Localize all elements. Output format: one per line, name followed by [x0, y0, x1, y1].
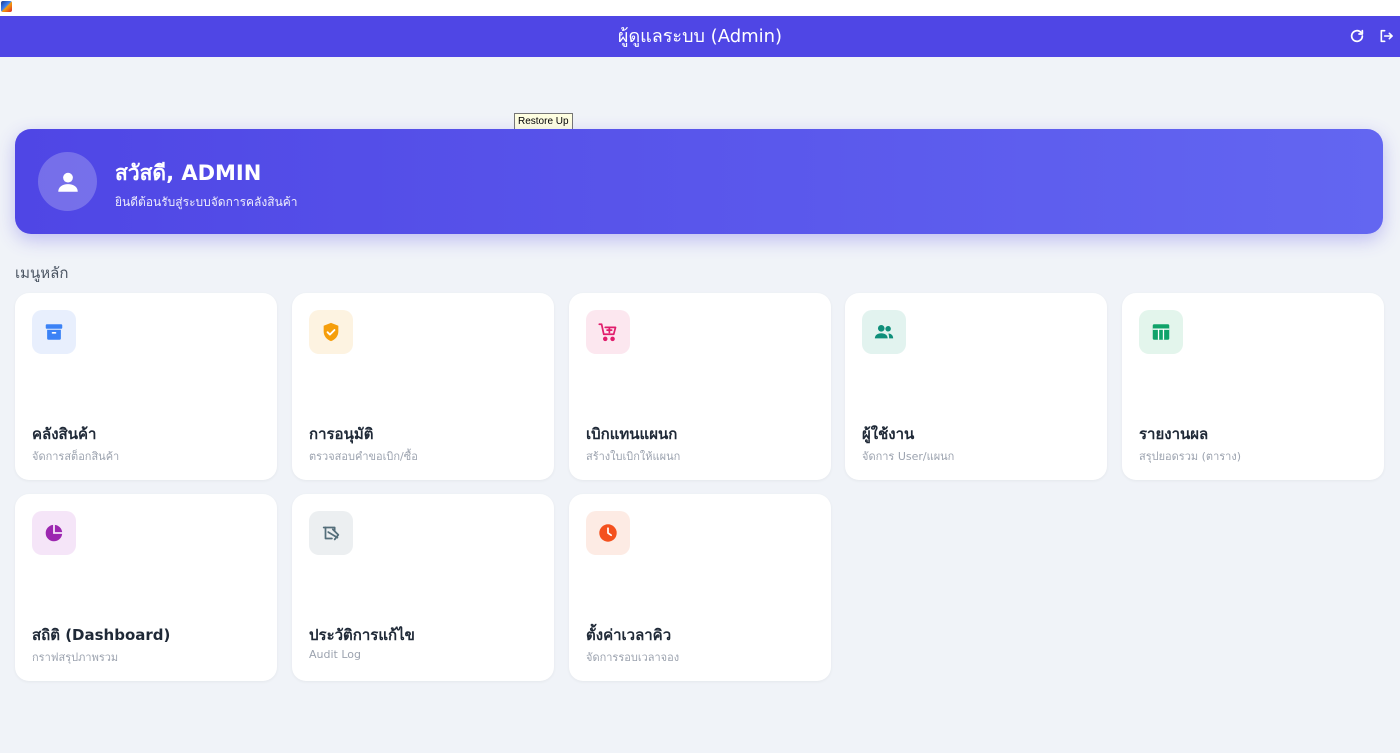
menu-card-users[interactable]: ผู้ใช้งาน จัดการ User/แผนก — [845, 293, 1107, 480]
user-icon — [57, 172, 78, 192]
card-icon-bg — [309, 310, 353, 354]
card-icon-bg — [309, 511, 353, 555]
greeting: สวัสดี, ADMIN — [115, 161, 262, 185]
card-subtitle: กราฟสรุปภาพรวม — [32, 651, 119, 664]
welcome-banner: สวัสดี, ADMIN ยินดีต้อนรับสู่ระบบจัดการค… — [15, 129, 1383, 234]
card-subtitle: Audit Log — [309, 648, 361, 661]
clock-icon — [599, 524, 617, 542]
app-header: ผู้ดูแลระบบ (Admin) — [0, 16, 1400, 57]
tooltip: Restore Up — [514, 113, 573, 130]
refresh-button[interactable] — [1347, 26, 1367, 46]
card-icon-bg — [1139, 310, 1183, 354]
menu-card-audit-log[interactable]: ประวัติการแก้ไข Audit Log — [292, 494, 554, 681]
card-icon-bg — [32, 511, 76, 555]
table-icon — [1152, 324, 1170, 340]
app-icon — [1, 1, 12, 12]
card-icon-bg — [862, 310, 906, 354]
history-edit-icon — [322, 526, 340, 541]
section-title: เมนูหลัก — [15, 264, 69, 282]
card-title: ประวัติการแก้ไข — [309, 626, 415, 644]
menu-card-reports[interactable]: รายงานผล สรุปยอดรวม (ตาราง) — [1122, 293, 1384, 480]
greeting-subtitle: ยินดีต้อนรับสู่ระบบจัดการคลังสินค้า — [115, 195, 298, 209]
menu-card-inventory[interactable]: คลังสินค้า จัดการสต็อกสินค้า — [15, 293, 277, 480]
card-subtitle: สร้างใบเบิกให้แผนก — [586, 450, 681, 463]
card-icon-bg — [586, 310, 630, 354]
card-icon-bg — [32, 310, 76, 354]
card-title: ตั้งค่าเวลาคิว — [586, 626, 672, 644]
card-subtitle: จัดการสต็อกสินค้า — [32, 450, 120, 463]
archive-icon — [45, 324, 63, 340]
card-subtitle: สรุปยอดรวม (ตาราง) — [1139, 450, 1241, 463]
users-icon — [874, 325, 894, 339]
menu-card-dashboard[interactable]: สถิติ (Dashboard) กราฟสรุปภาพรวม — [15, 494, 277, 681]
cart-add-icon — [598, 323, 617, 342]
refresh-icon — [1350, 29, 1364, 43]
shield-check-icon — [323, 322, 339, 342]
window-titlebar — [0, 0, 1400, 16]
menu-card-approval[interactable]: การอนุมัติ ตรวจสอบคำขอเบิก/ซื้อ — [292, 293, 554, 480]
header-title: ผู้ดูแลระบบ (Admin) — [617, 26, 783, 47]
card-title: เบิกแทนแผนก — [586, 425, 678, 443]
pie-chart-icon — [45, 524, 63, 542]
card-title: การอนุมัติ — [309, 425, 374, 443]
card-title: รายงานผล — [1139, 425, 1209, 443]
card-title: ผู้ใช้งาน — [862, 425, 915, 443]
avatar — [38, 152, 97, 211]
logout-icon — [1380, 29, 1393, 43]
card-subtitle: จัดการ User/แผนก — [862, 450, 955, 463]
card-title: คลังสินค้า — [32, 425, 97, 443]
menu-card-queue-time[interactable]: ตั้งค่าเวลาคิว จัดการรอบเวลาจอง — [569, 494, 831, 681]
card-icon-bg — [586, 511, 630, 555]
card-title: สถิติ (Dashboard) — [32, 626, 171, 644]
card-subtitle: ตรวจสอบคำขอเบิก/ซื้อ — [309, 450, 418, 463]
card-subtitle: จัดการรอบเวลาจอง — [586, 651, 680, 664]
logout-button[interactable] — [1376, 26, 1396, 46]
menu-card-dept-requisition[interactable]: เบิกแทนแผนก สร้างใบเบิกให้แผนก — [569, 293, 831, 480]
